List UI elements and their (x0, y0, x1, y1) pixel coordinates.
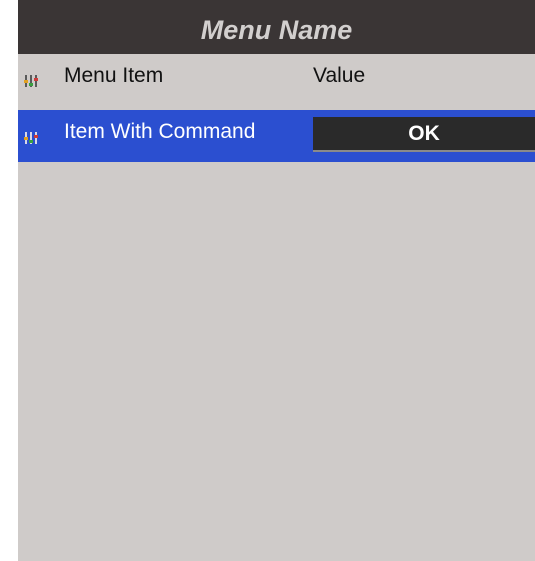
menu-panel: Menu Name Menu Item Value Item With Comm… (18, 0, 535, 561)
menu-item-menu-item[interactable]: Menu Item Value (18, 54, 535, 106)
menu-item-value: Value (313, 64, 366, 87)
menu-item-label: Menu Item (64, 64, 164, 87)
menu-item-item-with-command[interactable]: Item With Command OK (18, 110, 535, 162)
equalizer-icon (24, 75, 38, 87)
equalizer-icon (24, 132, 38, 144)
menu-title: Menu Name (18, 0, 535, 54)
ok-button[interactable]: OK (313, 117, 535, 152)
menu-item-label: Item With Command (64, 120, 256, 143)
